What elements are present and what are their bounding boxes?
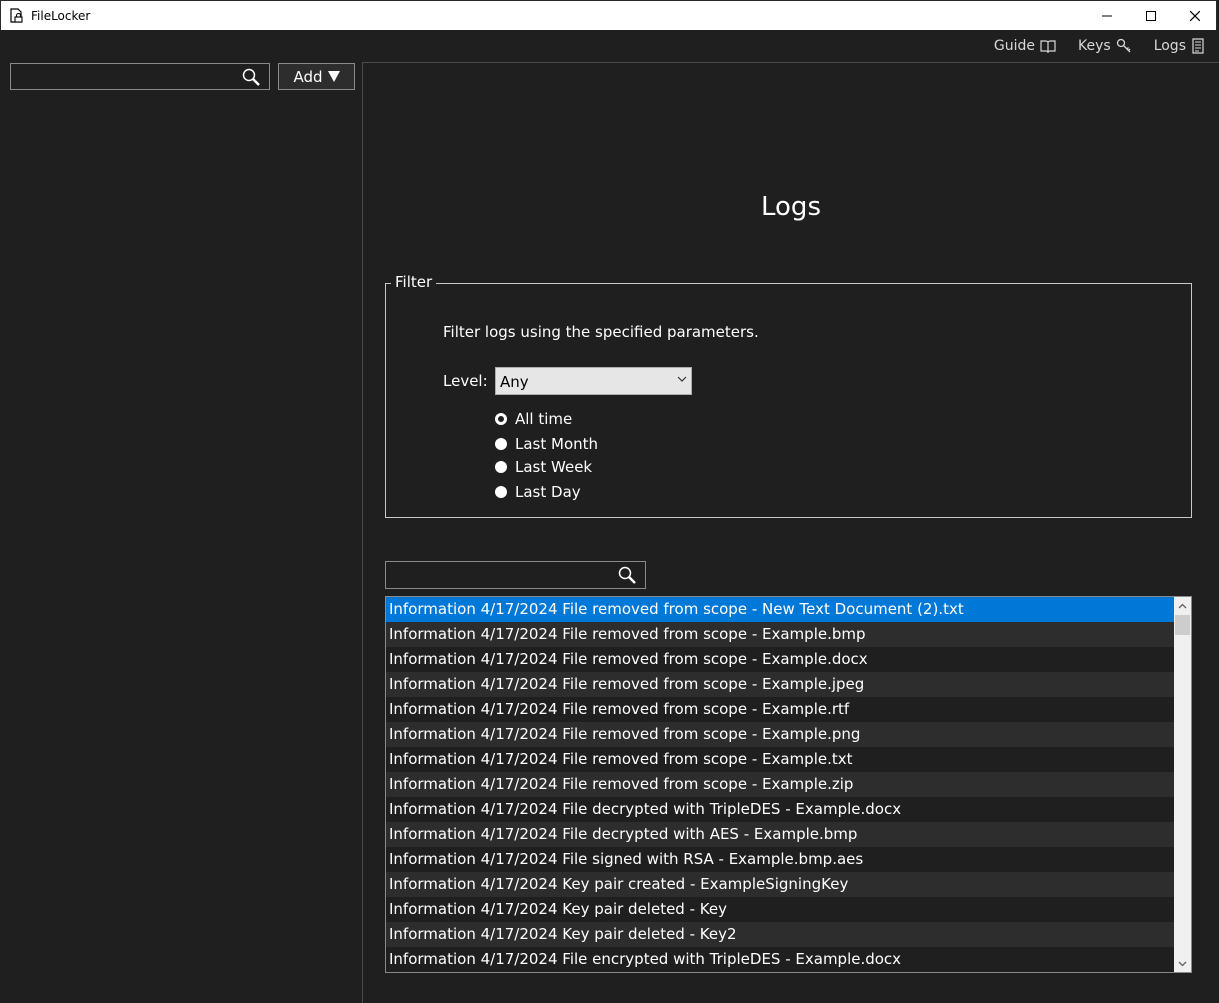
chevron-up-icon bbox=[1178, 603, 1187, 608]
vertical-scrollbar[interactable] bbox=[1174, 597, 1191, 972]
page-title: Logs bbox=[761, 192, 821, 222]
sidebar-search-box bbox=[10, 63, 270, 90]
log-row[interactable]: Information 4/17/2024 File encrypted wit… bbox=[386, 947, 1174, 972]
level-dropdown[interactable]: Any bbox=[495, 367, 692, 395]
radio-label: Last Week bbox=[515, 458, 593, 476]
close-button[interactable] bbox=[1172, 1, 1218, 31]
nav-keys-label: Keys bbox=[1078, 38, 1111, 54]
scroll-up-button[interactable] bbox=[1174, 597, 1191, 614]
log-row[interactable]: Information 4/17/2024 File removed from … bbox=[386, 597, 1174, 622]
level-label: Level: bbox=[443, 372, 488, 390]
log-row[interactable]: Information 4/17/2024 File removed from … bbox=[386, 697, 1174, 722]
title-bar: FileLocker bbox=[0, 0, 1217, 30]
log-row[interactable]: Information 4/17/2024 File decrypted wit… bbox=[386, 797, 1174, 822]
scroll-down-button[interactable] bbox=[1174, 955, 1191, 972]
search-icon[interactable] bbox=[617, 565, 637, 585]
dropdown-triangle-icon bbox=[327, 71, 340, 82]
search-icon[interactable] bbox=[241, 67, 261, 87]
scroll-thumb[interactable] bbox=[1175, 615, 1190, 635]
radio-last-day[interactable]: Last Day bbox=[495, 483, 581, 501]
window-title: FileLocker bbox=[31, 9, 91, 23]
radio-label: Last Day bbox=[515, 483, 581, 501]
log-row[interactable]: Information 4/17/2024 File decrypted wit… bbox=[386, 822, 1174, 847]
log-row[interactable]: Information 4/17/2024 Key pair deleted -… bbox=[386, 922, 1174, 947]
minimize-icon bbox=[1102, 15, 1112, 17]
nav-guide-link[interactable]: Guide bbox=[994, 38, 1056, 54]
radio-last-month[interactable]: Last Month bbox=[495, 435, 598, 453]
log-row[interactable]: Information 4/17/2024 File removed from … bbox=[386, 772, 1174, 797]
radio-button[interactable] bbox=[495, 461, 507, 473]
filter-legend: Filter bbox=[391, 273, 437, 291]
sidebar-search-input[interactable] bbox=[15, 66, 239, 88]
chevron-down-icon bbox=[677, 376, 687, 382]
radio-label: All time bbox=[515, 410, 573, 428]
log-list[interactable]: Information 4/17/2024 File removed from … bbox=[385, 596, 1192, 973]
log-row[interactable]: Information 4/17/2024 File removed from … bbox=[386, 647, 1174, 672]
log-search-box bbox=[385, 561, 646, 589]
radio-button[interactable] bbox=[495, 438, 507, 450]
book-icon bbox=[1040, 40, 1056, 53]
radio-all-time[interactable]: All time bbox=[495, 410, 572, 428]
nav-logs-label: Logs bbox=[1153, 38, 1186, 54]
log-row[interactable]: Information 4/17/2024 File signed with R… bbox=[386, 847, 1174, 872]
filter-description: Filter logs using the specified paramete… bbox=[443, 323, 759, 341]
top-nav: Guide Keys Logs bbox=[994, 38, 1205, 54]
nav-keys-link[interactable]: Keys bbox=[1078, 38, 1132, 54]
log-row[interactable]: Information 4/17/2024 File removed from … bbox=[386, 622, 1174, 647]
nav-logs-link[interactable]: Logs bbox=[1154, 38, 1205, 54]
radio-last-week[interactable]: Last Week bbox=[495, 458, 592, 476]
radio-button[interactable] bbox=[495, 486, 507, 498]
divider-horizontal bbox=[362, 62, 1219, 63]
app-lock-file-icon bbox=[10, 8, 23, 23]
nav-guide-label: Guide bbox=[993, 38, 1035, 54]
log-row[interactable]: Information 4/17/2024 File removed from … bbox=[386, 722, 1174, 747]
maximize-icon bbox=[1146, 11, 1156, 21]
minimize-button[interactable] bbox=[1084, 1, 1130, 31]
radio-button[interactable] bbox=[495, 413, 507, 425]
radio-label: Last Month bbox=[515, 435, 599, 453]
level-selected-value: Any bbox=[500, 373, 529, 391]
log-row[interactable]: Information 4/17/2024 Key pair created -… bbox=[386, 872, 1174, 897]
log-row[interactable]: Information 4/17/2024 File removed from … bbox=[386, 672, 1174, 697]
log-row[interactable]: Information 4/17/2024 Key pair deleted -… bbox=[386, 897, 1174, 922]
log-row[interactable]: Information 4/17/2024 File removed from … bbox=[386, 747, 1174, 772]
close-icon bbox=[1190, 11, 1200, 21]
maximize-button[interactable] bbox=[1128, 1, 1174, 31]
chevron-down-icon bbox=[1178, 961, 1187, 966]
add-button-label: Add bbox=[293, 67, 323, 86]
log-document-icon bbox=[1192, 38, 1204, 54]
key-icon bbox=[1116, 38, 1131, 53]
log-search-input[interactable] bbox=[390, 564, 614, 586]
add-button[interactable]: Add bbox=[278, 63, 355, 90]
